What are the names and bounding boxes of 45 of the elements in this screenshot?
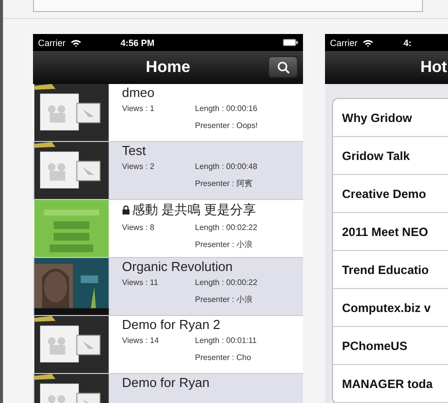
list-item[interactable]: Trend Educatio: [333, 251, 448, 289]
presenter-label: Presenter : 小浪: [195, 294, 254, 304]
nav-title: Home: [146, 58, 190, 76]
list-item[interactable]: Why Gridow: [333, 99, 448, 137]
views-label: Views : 1: [122, 104, 156, 113]
views-label: Views : 2: [122, 162, 156, 171]
video-row[interactable]: 感動 是共鳴 更是分享 Views : 8 Length : 00:02:22 Presenter : 小浪: [33, 200, 303, 258]
search-icon: [276, 60, 290, 74]
video-row[interactable]: Organic Revolution Views : 11 Length : 00:00:22 Presenter : 小浪: [33, 258, 303, 316]
video-title: Demo for Ryan: [122, 375, 210, 390]
presenter-label: Presenter : Cho: [195, 352, 252, 362]
status-time: 4:56 PM: [120, 38, 155, 48]
length-label: Length : 00:00:16: [195, 104, 258, 113]
list-item[interactable]: 2011 Meet NEO: [333, 213, 448, 251]
list-item[interactable]: PChomeUS: [333, 327, 448, 365]
presenter-label: Presenter : Oops!: [195, 120, 259, 130]
video-title: Test: [122, 143, 146, 158]
views-label: Views : 8: [122, 223, 156, 232]
video-row[interactable]: dmeo Views : 1 Length : 00:00:16 Presenter : Oops!: [33, 84, 303, 142]
carrier-label: Carrier: [38, 38, 66, 48]
views-label: Views : 14: [122, 336, 160, 345]
length-label: Length : 00:00:48: [195, 162, 258, 171]
length-label: Length : 00:02:22: [195, 223, 258, 232]
video-title: dmeo: [122, 85, 155, 100]
video-title: 感動 是共鳴 更是分享: [132, 201, 256, 219]
search-button[interactable]: [268, 56, 298, 78]
wifi-icon: [362, 38, 373, 46]
video-title: Organic Revolution: [122, 259, 233, 274]
list-item[interactable]: MANAGER toda: [333, 365, 448, 403]
wifi-icon: [70, 38, 81, 46]
list-item[interactable]: Computex.biz v: [333, 289, 448, 327]
list-item[interactable]: Gridow Talk: [333, 137, 448, 175]
video-row[interactable]: Test Views : 2 Length : 00:00:48 Presenter : 阿賓: [33, 142, 303, 200]
battery-icon: [283, 39, 298, 46]
length-label: Length : 00:01:11: [195, 336, 258, 345]
list-item[interactable]: Creative Demo: [333, 175, 448, 213]
status-time: 4:: [404, 38, 412, 48]
presenter-label: Presenter : 小浪: [195, 238, 254, 250]
nav-title: Hot: [420, 58, 447, 76]
carrier-label: Carrier: [330, 38, 358, 48]
presenter-label: Presenter : 阿賓: [195, 178, 254, 188]
video-row[interactable]: Demo for Ryan: [33, 374, 303, 403]
views-label: Views : 11: [122, 278, 160, 287]
video-title: Demo for Ryan 2: [122, 317, 220, 332]
length-label: Length : 00:00:22: [195, 278, 258, 287]
